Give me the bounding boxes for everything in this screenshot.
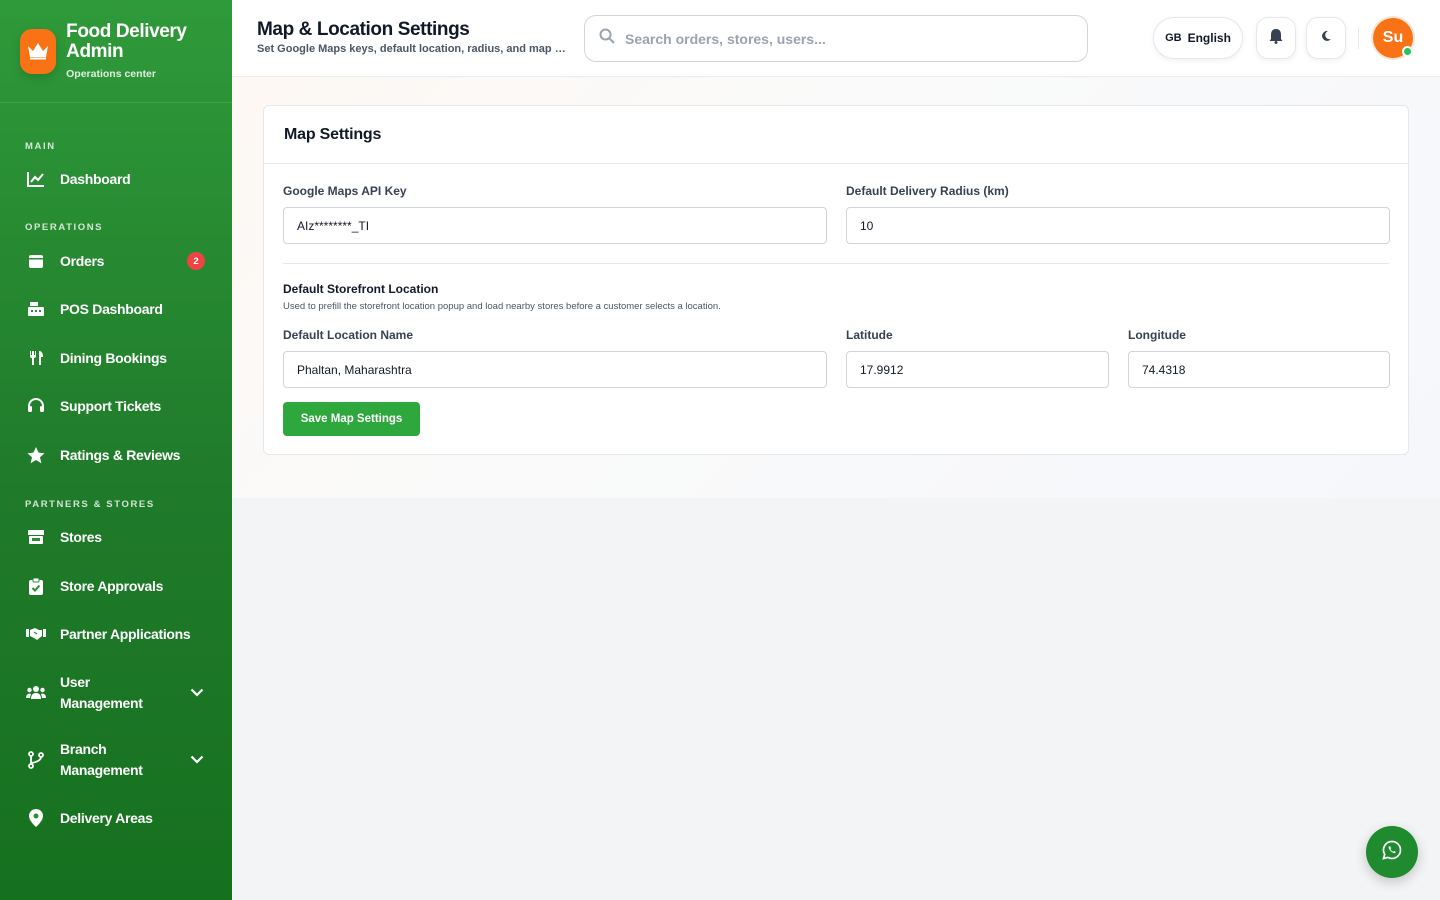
online-status-dot (1402, 46, 1413, 57)
handshake-icon (26, 624, 46, 644)
sidebar-item-label: Partner Applications (60, 626, 191, 642)
sidebar-item-pos-dashboard[interactable]: POS Dashboard (0, 299, 232, 320)
language-selector[interactable]: GB English (1153, 17, 1243, 59)
api-key-label: Google Maps API Key (283, 184, 407, 198)
sidebar-item-label: Branch Management (60, 741, 143, 778)
page-subtitle: Set Google Maps keys, default location, … (257, 43, 567, 55)
sidebar-item-label: POS Dashboard (60, 301, 163, 317)
chart-line-icon (26, 169, 46, 189)
sidebar-item-support-tickets[interactable]: Support Tickets (0, 396, 232, 417)
sidebar-item-label: User Management (60, 674, 143, 711)
sidebar-item-label: Support Tickets (60, 398, 162, 414)
sidebar-item-label: Orders (60, 253, 105, 269)
brand-title: Food Delivery Admin (66, 21, 187, 62)
sidebar-item-stores[interactable]: Stores (0, 527, 232, 548)
brand[interactable]: Food Delivery Admin Operations center (0, 0, 232, 103)
page-title: Map & Location Settings (257, 19, 470, 40)
star-icon (26, 445, 46, 465)
sidebar: Food Delivery Admin Operations center MA… (0, 0, 232, 900)
sidebar-item-dashboard[interactable]: Dashboard (0, 169, 232, 190)
latitude-label: Latitude (846, 328, 893, 342)
sidebar-item-user-management[interactable]: User Management (0, 672, 232, 713)
section-label-operations: OPERATIONS (25, 222, 104, 233)
whatsapp-chat-button[interactable] (1366, 826, 1418, 878)
sidebar-item-branch-management[interactable]: Branch Management (0, 739, 232, 780)
theme-toggle-button[interactable] (1306, 17, 1346, 59)
api-key-input[interactable] (283, 207, 827, 244)
store-icon (26, 527, 46, 547)
clipboard-check-icon (26, 576, 46, 596)
search-input[interactable] (625, 30, 1065, 47)
card-title: Map Settings (284, 125, 382, 143)
orders-count-badge: 2 (187, 252, 205, 271)
section-divider (283, 263, 1389, 264)
storefront-section-description: Used to prefill the storefront location … (283, 301, 721, 312)
bell-icon (1269, 28, 1283, 49)
sidebar-item-label: Stores (60, 529, 102, 545)
branch-icon (26, 750, 46, 770)
radius-label: Default Delivery Radius (km) (846, 184, 1009, 198)
latitude-input[interactable] (846, 351, 1109, 388)
section-label-partners-stores: PARTNERS & STORES (25, 499, 155, 510)
sidebar-item-ratings-reviews[interactable]: Ratings & Reviews (0, 445, 232, 466)
chevron-down-icon[interactable] (190, 751, 204, 769)
sidebar-item-delivery-areas[interactable]: Delivery Areas (0, 808, 232, 829)
sidebar-item-label: Ratings & Reviews (60, 447, 181, 463)
sidebar-item-label: Store Approvals (60, 578, 164, 594)
sidebar-item-label: Dining Bookings (60, 350, 167, 366)
location-name-label: Default Location Name (283, 328, 414, 342)
language-label: English (1187, 31, 1231, 45)
search-bar[interactable] (584, 15, 1088, 62)
map-pin-icon (26, 808, 46, 828)
crown-icon (20, 28, 57, 74)
notifications-button[interactable] (1256, 17, 1296, 59)
chevron-down-icon[interactable] (190, 684, 204, 702)
whatsapp-icon (1382, 840, 1402, 865)
header-divider (1358, 27, 1359, 49)
moon-icon (1320, 29, 1332, 47)
save-map-settings-button[interactable]: Save Map Settings (283, 402, 420, 436)
top-header: Map & Location Settings Set Google Maps … (232, 0, 1440, 77)
radius-input[interactable] (846, 207, 1390, 244)
longitude-input[interactable] (1128, 351, 1390, 388)
calendar-icon (26, 251, 46, 271)
sidebar-item-label: Delivery Areas (60, 810, 153, 826)
location-name-input[interactable] (283, 351, 827, 388)
sidebar-item-store-approvals[interactable]: Store Approvals (0, 576, 232, 597)
cash-register-icon (26, 299, 46, 319)
map-settings-card: Map Settings Google Maps API Key Default… (263, 105, 1409, 455)
section-label-main: MAIN (25, 141, 56, 152)
headset-icon (26, 396, 46, 416)
longitude-label: Longitude (1128, 328, 1186, 342)
sidebar-item-dining-bookings[interactable]: Dining Bookings (0, 348, 232, 369)
sidebar-item-orders[interactable]: Orders 2 (0, 251, 232, 272)
brand-subtitle: Operations center (66, 68, 156, 80)
utensils-icon (26, 348, 46, 368)
language-code: GB (1165, 32, 1182, 44)
users-icon (26, 683, 46, 703)
sidebar-item-partner-applications[interactable]: Partner Applications (0, 624, 232, 645)
storefront-section-title: Default Storefront Location (283, 282, 439, 296)
sidebar-item-label: Dashboard (60, 171, 131, 187)
search-icon (599, 28, 615, 49)
